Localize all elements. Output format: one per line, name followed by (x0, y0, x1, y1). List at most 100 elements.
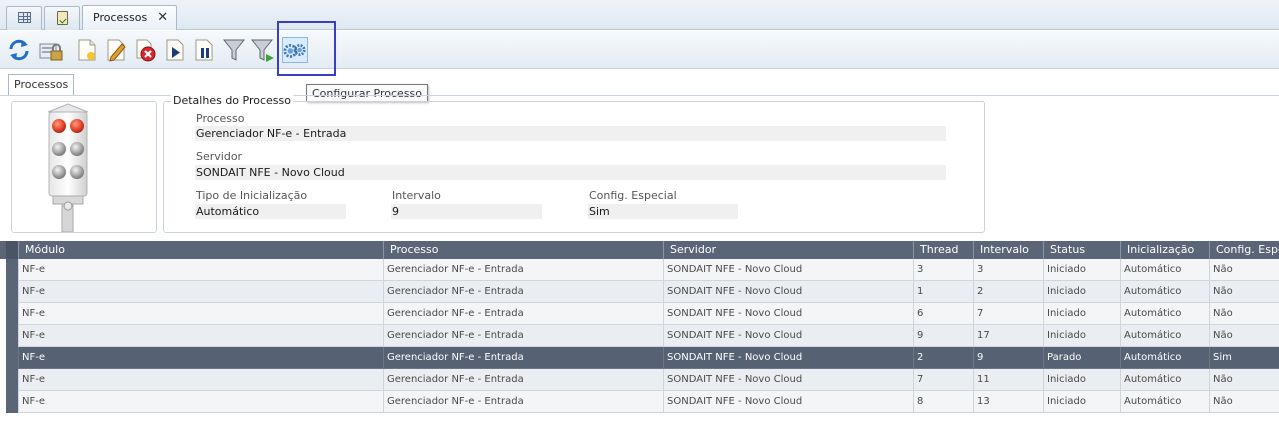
refresh-button[interactable] (6, 37, 32, 63)
cell-inicializacao: Automático (1120, 259, 1209, 281)
cell-modulo: NF-e (18, 325, 383, 347)
column-header-config-especial[interactable]: Config. Espe (1209, 241, 1279, 259)
table-row[interactable]: NF-e Gerenciador NF-e - Entrada SONDAIT … (0, 259, 1279, 281)
cell-servidor: SONDAIT NFE - Novo Cloud (663, 325, 913, 347)
cell-thread: 6 (913, 303, 973, 325)
cell-processo: Gerenciador NF-e - Entrada (383, 281, 663, 303)
cell-config-especial: Não (1209, 303, 1279, 325)
table-row[interactable]: NF-e Gerenciador NF-e - Entrada SONDAIT … (0, 325, 1279, 347)
cell-inicializacao: Automático (1120, 325, 1209, 347)
column-header-thread[interactable]: Thread (913, 241, 973, 259)
cell-status: Iniciado (1043, 369, 1120, 391)
cell-servidor: SONDAIT NFE - Novo Cloud (663, 281, 913, 303)
cell-servidor: SONDAIT NFE - Novo Cloud (663, 347, 913, 369)
cell-intervalo: 13 (973, 391, 1043, 413)
filter-icon (222, 39, 246, 61)
cell-status: Iniciado (1043, 391, 1120, 413)
row-indicator[interactable] (6, 325, 18, 347)
cell-intervalo: 3 (973, 259, 1043, 281)
clear-filter-button[interactable] (250, 37, 276, 63)
process-details-title: Detalhes do Processo (171, 94, 293, 107)
edit-pencil-icon (107, 39, 126, 62)
column-header-processo[interactable]: Processo (383, 241, 663, 259)
cell-intervalo: 9 (973, 347, 1043, 369)
cell-processo: Gerenciador NF-e - Entrada (383, 303, 663, 325)
tab-grid[interactable] (6, 6, 42, 30)
tab-processos[interactable]: Processos ✕ (82, 5, 178, 30)
table-row[interactable]: NF-e Gerenciador NF-e - Entrada SONDAIT … (0, 281, 1279, 303)
cell-servidor: SONDAIT NFE - Novo Cloud (663, 259, 913, 281)
gears-icon (283, 44, 306, 58)
cell-status: Parado (1043, 347, 1120, 369)
traffic-light-icon (47, 103, 89, 233)
column-header-status[interactable]: Status (1043, 241, 1120, 259)
tab-processos-label: Processos (93, 11, 148, 24)
cell-intervalo: 11 (973, 369, 1043, 391)
table-row[interactable]: NF-e Gerenciador NF-e - Entrada SONDAIT … (0, 391, 1279, 413)
tipo-inicializacao-label: Tipo de Inicialização (196, 189, 308, 202)
cell-inicializacao: Automático (1120, 369, 1209, 391)
row-indicator[interactable] (6, 347, 18, 369)
cell-intervalo: 17 (973, 325, 1043, 347)
processo-label: Processo (196, 112, 245, 125)
grid-corner (6, 241, 18, 259)
close-icon[interactable]: ✕ (157, 10, 168, 25)
table-row[interactable]: NF-e Gerenciador NF-e - Entrada SONDAIT … (0, 369, 1279, 391)
column-header-servidor[interactable]: Servidor (663, 241, 913, 259)
delete-button[interactable] (133, 37, 159, 63)
grid-icon (18, 12, 31, 23)
filter-button[interactable] (221, 37, 247, 63)
status-light-panel (11, 101, 157, 233)
pause-icon (195, 39, 213, 61)
cell-status: Iniciado (1043, 281, 1120, 303)
table-row[interactable]: NF-e Gerenciador NF-e - Entrada SONDAIT … (0, 303, 1279, 325)
table-row-selected[interactable]: NF-e Gerenciador NF-e - Entrada SONDAIT … (0, 347, 1279, 369)
edit-button[interactable] (103, 37, 129, 63)
config-especial-label: Config. Especial (589, 189, 677, 202)
column-header-inicializacao[interactable]: Inicialização (1120, 241, 1209, 259)
new-button[interactable] (74, 37, 100, 63)
servidor-label: Servidor (196, 150, 243, 163)
cell-servidor: SONDAIT NFE - Novo Cloud (663, 391, 913, 413)
tipo-inicializacao-field: Automático (195, 204, 346, 219)
cell-config-especial: Não (1209, 281, 1279, 303)
tab-checklist[interactable] (44, 6, 80, 30)
cell-thread: 8 (913, 391, 973, 413)
cell-thread: 2 (913, 347, 973, 369)
row-indicator[interactable] (6, 303, 18, 325)
row-indicator[interactable] (6, 259, 18, 281)
intervalo-field: 9 (391, 204, 542, 219)
filter-clear-icon (250, 39, 274, 62)
delete-icon (136, 39, 156, 62)
clipboard-check-icon (57, 11, 68, 25)
cell-servidor: SONDAIT NFE - Novo Cloud (663, 369, 913, 391)
cell-inicializacao: Automático (1120, 303, 1209, 325)
row-indicator[interactable] (6, 369, 18, 391)
cell-inicializacao: Automático (1120, 347, 1209, 369)
row-indicator[interactable] (6, 391, 18, 413)
config-especial-field: Sim (588, 204, 738, 219)
cell-modulo: NF-e (18, 369, 383, 391)
cell-status: Iniciado (1043, 259, 1120, 281)
servidor-field: SONDAIT NFE - Novo Cloud (195, 165, 946, 180)
cell-servidor: SONDAIT NFE - Novo Cloud (663, 303, 913, 325)
cell-modulo: NF-e (18, 281, 383, 303)
pause-button[interactable] (191, 37, 217, 63)
cell-thread: 1 (913, 281, 973, 303)
cell-modulo: NF-e (18, 259, 383, 281)
cell-config-especial: Não (1209, 325, 1279, 347)
cell-modulo: NF-e (18, 391, 383, 413)
lock-button[interactable] (38, 37, 64, 63)
row-indicator[interactable] (6, 281, 18, 303)
cell-modulo: NF-e (18, 347, 383, 369)
configure-process-button[interactable] (282, 37, 308, 63)
start-button[interactable] (162, 37, 188, 63)
cell-intervalo: 2 (973, 281, 1043, 303)
grid-header: Módulo Processo Servidor Thread Interval… (0, 241, 1279, 259)
column-header-modulo[interactable]: Módulo (18, 241, 383, 259)
refresh-icon (9, 39, 29, 61)
cell-thread: 9 (913, 325, 973, 347)
play-icon (166, 39, 184, 61)
column-header-intervalo[interactable]: Intervalo (973, 241, 1043, 259)
tab-processos-sub[interactable]: Processos (8, 74, 75, 95)
